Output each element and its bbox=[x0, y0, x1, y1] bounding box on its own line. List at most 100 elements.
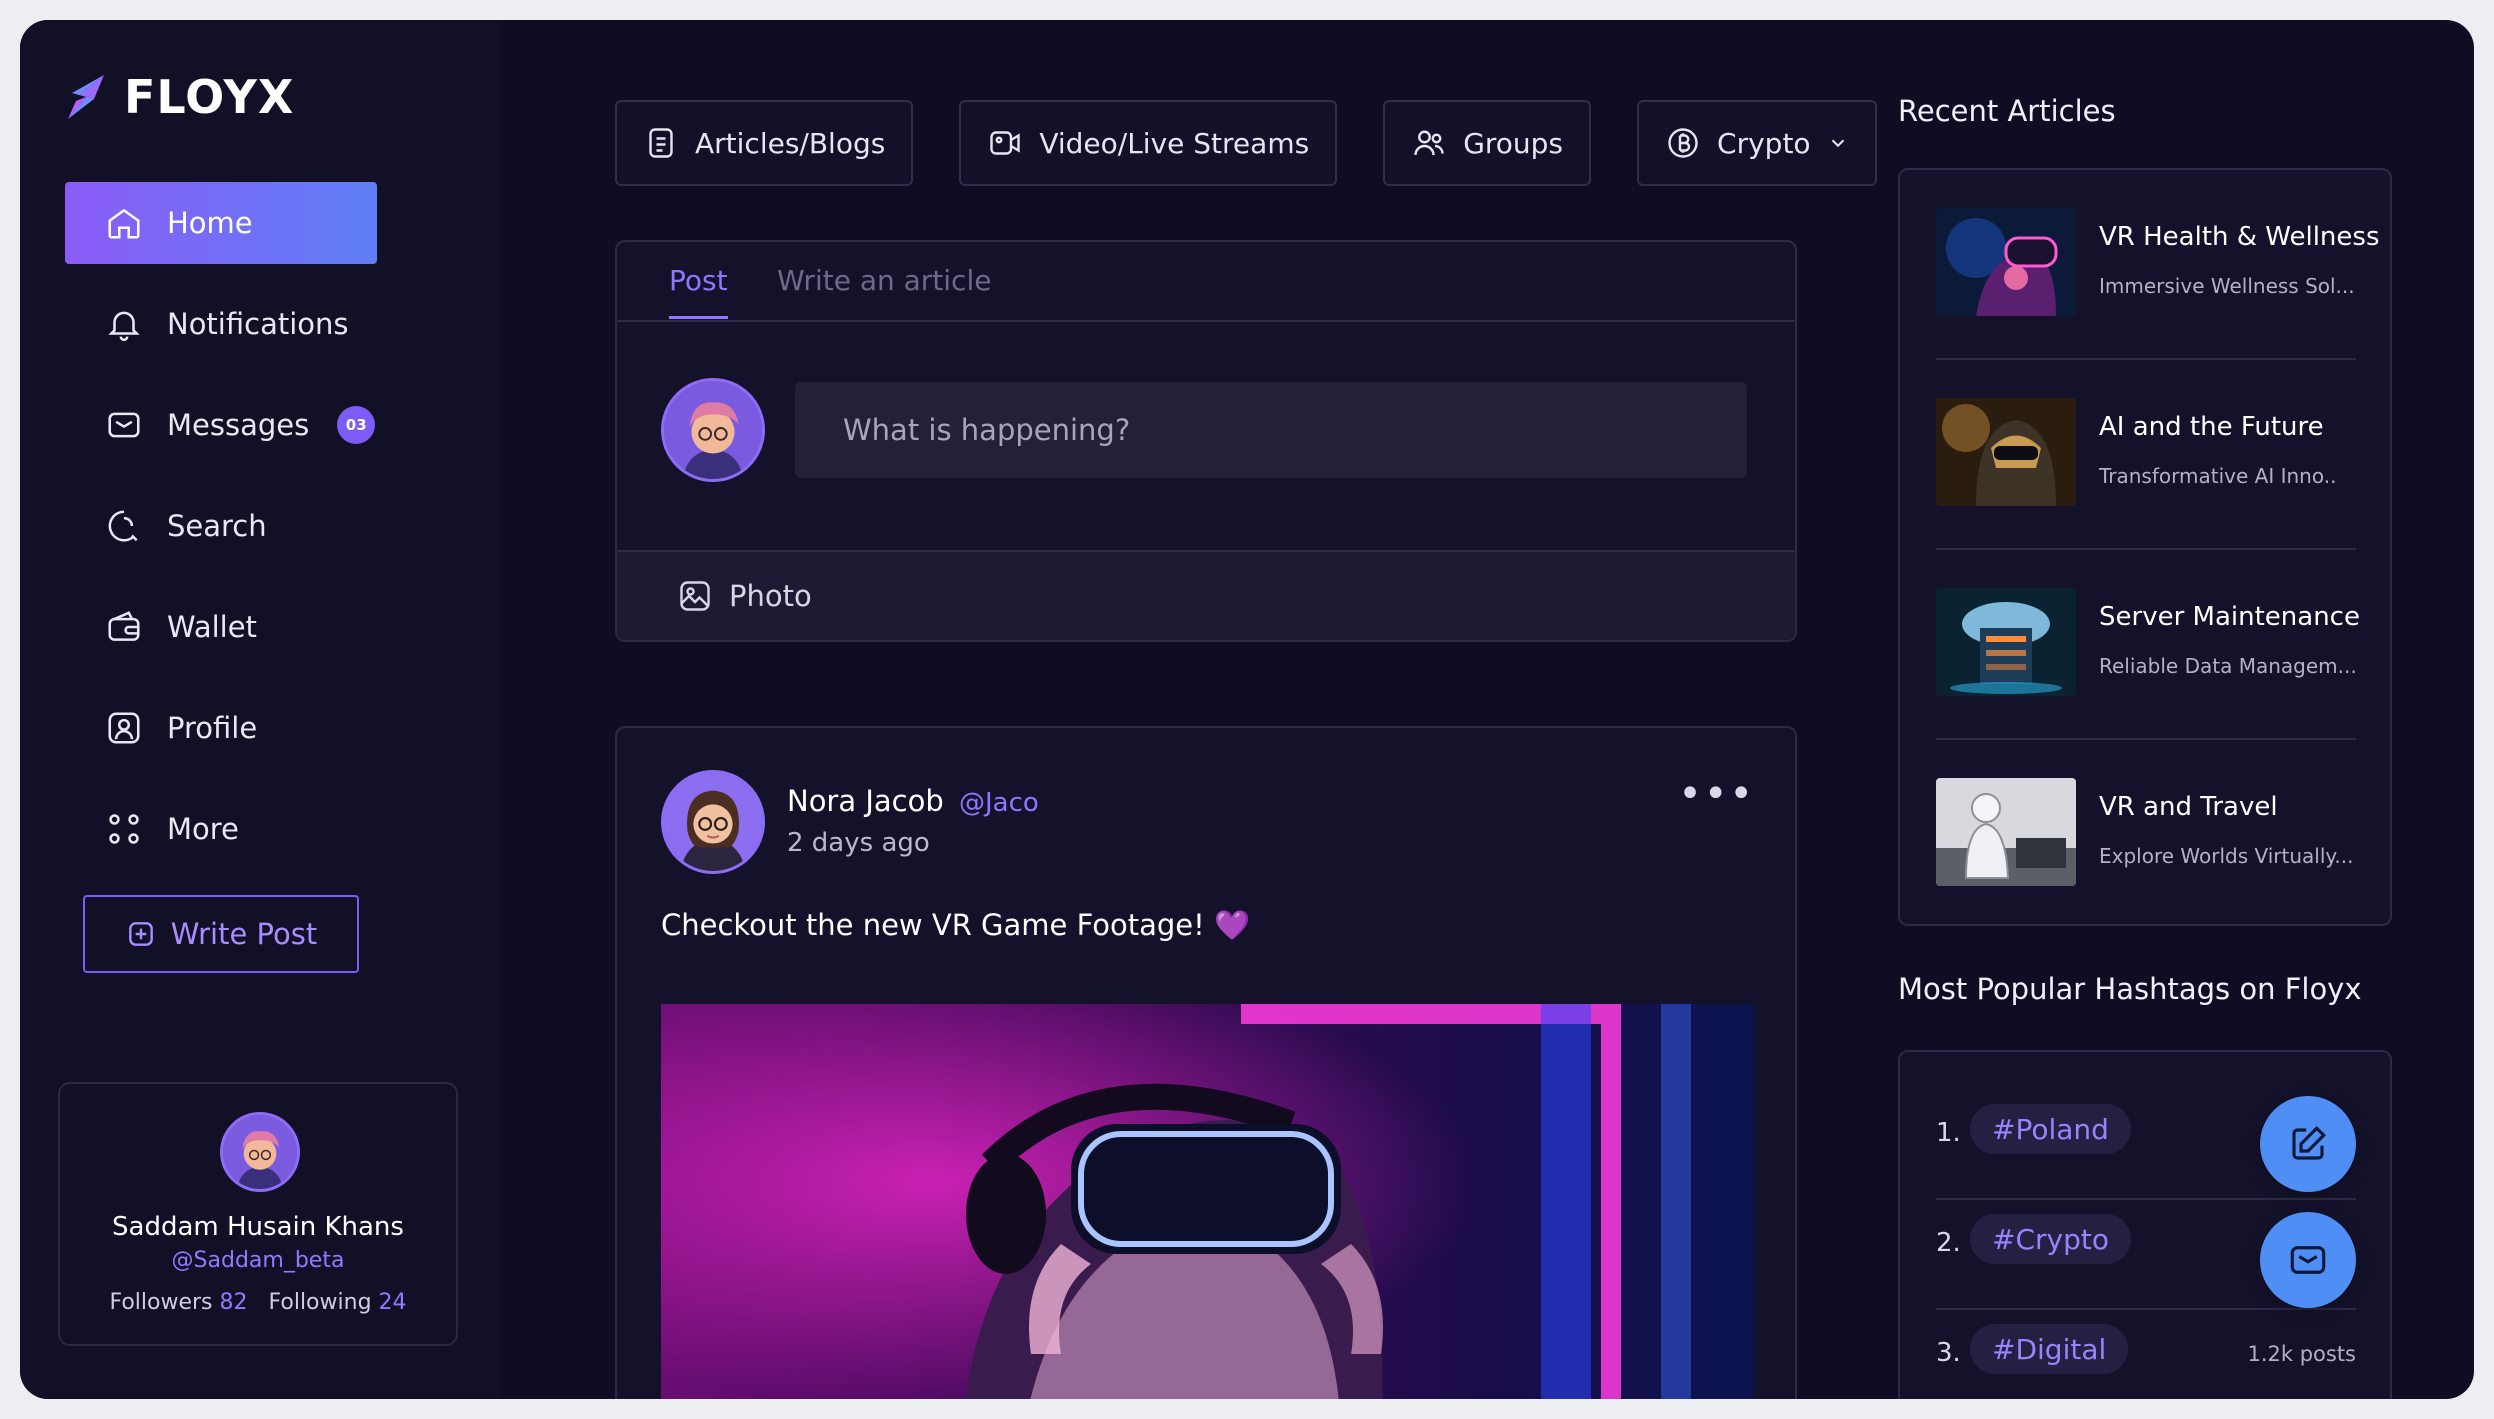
tab-post[interactable]: Post bbox=[669, 264, 728, 319]
write-post-button[interactable]: Write Post bbox=[83, 895, 359, 973]
search-icon bbox=[105, 507, 143, 545]
post-content: Checkout the new VR Game Footage! 💜 bbox=[661, 908, 1250, 943]
nav-item-messages[interactable]: Messages 03 bbox=[65, 384, 377, 466]
bitcoin-icon bbox=[1665, 125, 1701, 161]
photo-button[interactable]: Photo bbox=[617, 550, 1795, 640]
logo[interactable]: FLOYX bbox=[64, 70, 294, 124]
compose-fab-button[interactable] bbox=[2260, 1096, 2356, 1192]
bell-icon bbox=[105, 305, 143, 343]
article-title: VR and Travel bbox=[2099, 792, 2278, 822]
following-label: Following bbox=[268, 1290, 372, 1315]
home-icon bbox=[105, 204, 143, 242]
filter-label: Groups bbox=[1463, 126, 1564, 160]
users-icon bbox=[1411, 125, 1447, 161]
hashtag-chip[interactable]: #Crypto bbox=[1970, 1214, 2131, 1264]
article-title: AI and the Future bbox=[2099, 412, 2324, 442]
vr-headset-image bbox=[661, 1004, 1753, 1399]
nav-label: More bbox=[167, 812, 239, 846]
nav-item-notifications[interactable]: Notifications bbox=[65, 283, 377, 365]
avatar bbox=[220, 1112, 300, 1192]
author-name[interactable]: Nora Jacob bbox=[787, 784, 944, 818]
post-text-input[interactable] bbox=[795, 382, 1747, 478]
filter-video-live-streams[interactable]: Video/Live Streams bbox=[959, 100, 1338, 186]
app-name: FLOYX bbox=[124, 70, 295, 124]
user-icon bbox=[105, 709, 143, 747]
composer-tabs: Post Write an article bbox=[617, 242, 1795, 322]
filter-articles-blogs[interactable]: Articles/Blogs bbox=[615, 100, 914, 186]
article-subtitle: Reliable Data Managem... bbox=[2099, 654, 2357, 678]
article-subtitle: Transformative AI Inno.. bbox=[2099, 464, 2337, 488]
post-image[interactable] bbox=[661, 1004, 1753, 1399]
filter-label: Articles/Blogs bbox=[695, 126, 886, 160]
content-filters: Articles/Blogs Video/Live Streams Groups… bbox=[615, 100, 1877, 186]
nav-item-more[interactable]: More bbox=[65, 788, 377, 870]
messages-count-badge: 03 bbox=[337, 406, 376, 444]
hashtag-row: 3. #Digital 1.2k posts bbox=[1936, 1308, 2356, 1399]
following-count: 24 bbox=[378, 1290, 407, 1315]
tab-write-article[interactable]: Write an article bbox=[777, 264, 991, 297]
profile-stats: Followers 82 Following 24 bbox=[60, 1290, 456, 1315]
wallet-icon bbox=[105, 608, 143, 646]
video-icon bbox=[987, 125, 1023, 161]
nav-item-home[interactable]: Home bbox=[65, 182, 377, 264]
user-avatar-icon bbox=[223, 1115, 297, 1189]
grid-dots-icon bbox=[105, 810, 143, 848]
author-avatar-icon bbox=[664, 773, 762, 871]
vr-wellness-image bbox=[1936, 208, 2076, 316]
purple-heart-emoji: 💜 bbox=[1213, 908, 1251, 942]
article-thumbnail bbox=[1936, 778, 2076, 886]
chevron-down-icon bbox=[1831, 139, 1844, 148]
post-more-options-icon[interactable]: ••• bbox=[1678, 774, 1755, 814]
nav-item-profile[interactable]: Profile bbox=[65, 687, 377, 769]
nav-item-wallet[interactable]: Wallet bbox=[65, 586, 377, 668]
article-thumbnail bbox=[1936, 398, 2076, 506]
hashtag-chip[interactable]: #Digital bbox=[1970, 1324, 2129, 1374]
avatar[interactable] bbox=[661, 770, 765, 874]
hashtag-rank: 1. bbox=[1936, 1118, 1961, 1148]
hashtag-rank: 2. bbox=[1936, 1228, 1961, 1258]
edit-icon bbox=[2292, 1126, 2326, 1160]
messages-fab-button[interactable] bbox=[2260, 1212, 2356, 1308]
article-item[interactable]: VR Health & Wellness Immersive Wellness … bbox=[1936, 170, 2380, 360]
nav-item-search[interactable]: Search bbox=[65, 485, 377, 567]
robot-travel-image bbox=[1936, 778, 2076, 886]
sidebar: FLOYX Home Notifications Messages 03 Sea… bbox=[20, 20, 500, 1399]
article-item[interactable]: AI and the Future Transformative AI Inno… bbox=[1936, 360, 2356, 550]
mail-icon bbox=[105, 406, 143, 444]
filter-groups[interactable]: Groups bbox=[1383, 100, 1592, 186]
filter-label: Video/Live Streams bbox=[1039, 126, 1310, 160]
filter-crypto-dropdown[interactable]: Crypto bbox=[1637, 100, 1877, 186]
mail-icon bbox=[2290, 1246, 2326, 1274]
article-title: VR Health & Wellness bbox=[2099, 222, 2380, 252]
post-composer: Post Write an article Photo bbox=[615, 240, 1797, 642]
app-frame: FLOYX Home Notifications Messages 03 Sea… bbox=[20, 20, 2474, 1399]
document-icon bbox=[643, 125, 679, 161]
recent-articles-title: Recent Articles bbox=[1898, 94, 2116, 128]
hashtags-title: Most Popular Hashtags on Floyx bbox=[1898, 972, 2362, 1006]
nav-label: Messages bbox=[167, 408, 310, 442]
avatar bbox=[661, 378, 765, 482]
image-icon bbox=[680, 581, 710, 611]
article-item[interactable]: Server Maintenance Reliable Data Managem… bbox=[1936, 550, 2360, 740]
post-author: Nora Jacob @Jaco bbox=[787, 784, 1039, 818]
article-item[interactable]: VR and Travel Explore Worlds Virtually..… bbox=[1936, 740, 2356, 930]
user-avatar-icon bbox=[664, 381, 762, 479]
write-post-label: Write Post bbox=[170, 917, 318, 951]
recent-articles-list: VR Health & Wellness Immersive Wellness … bbox=[1898, 168, 2392, 926]
article-thumbnail bbox=[1936, 588, 2076, 696]
followers-count: 82 bbox=[219, 1290, 248, 1315]
nav-label: Profile bbox=[167, 711, 258, 745]
article-title: Server Maintenance bbox=[2099, 602, 2360, 632]
profile-card[interactable]: Saddam Husain Khans @Saddam_beta Followe… bbox=[58, 1082, 458, 1346]
article-subtitle: Explore Worlds Virtually... bbox=[2099, 844, 2354, 868]
feed-post: Nora Jacob @Jaco 2 days ago ••• Checkout… bbox=[615, 726, 1797, 1399]
profile-handle: @Saddam_beta bbox=[171, 1248, 345, 1273]
ai-robot-image bbox=[1936, 398, 2076, 506]
post-text: Checkout the new VR Game Footage! bbox=[661, 908, 1205, 942]
hashtag-rank: 3. bbox=[1936, 1338, 1961, 1368]
server-cloud-image bbox=[1936, 588, 2076, 696]
author-handle[interactable]: @Jaco bbox=[959, 788, 1039, 818]
nav-label: Home bbox=[167, 206, 253, 240]
hashtag-chip[interactable]: #Poland bbox=[1970, 1104, 2131, 1154]
main-nav: Home Notifications Messages 03 Search Wa… bbox=[65, 182, 377, 889]
